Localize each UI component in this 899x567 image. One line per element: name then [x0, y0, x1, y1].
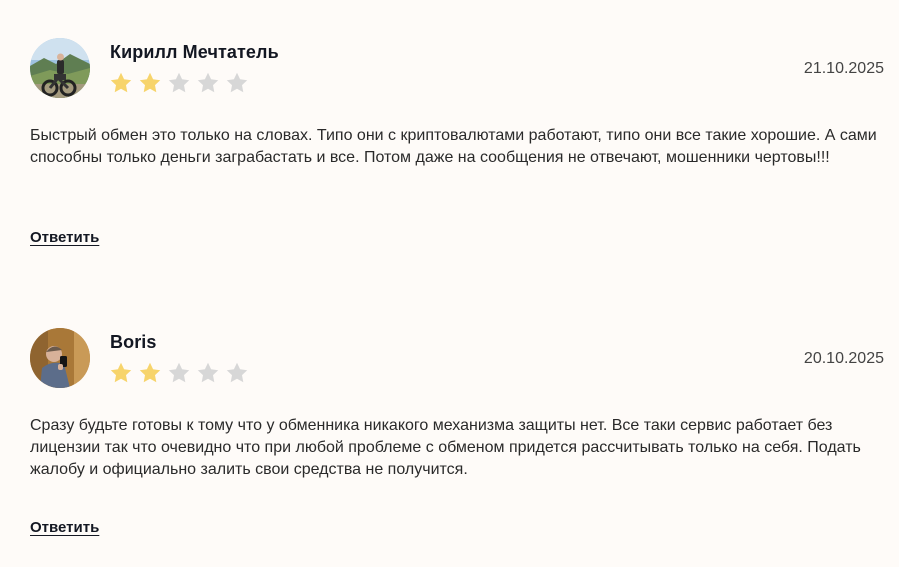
- star-filled-icon: [110, 362, 132, 383]
- user-photo-motorcycle-icon: [30, 38, 90, 98]
- avatar: [30, 38, 90, 98]
- user-photo-mirror-selfie-icon: [30, 328, 90, 388]
- star-filled-icon: [139, 362, 161, 383]
- star-empty-icon: [168, 72, 190, 93]
- rating-stars: [109, 361, 249, 385]
- reply-link[interactable]: Ответить: [30, 519, 99, 536]
- review-text: Быстрый обмен это только на словах. Типо…: [30, 127, 877, 166]
- review-date: 21.10.2025: [803, 60, 884, 77]
- star-empty-icon: [226, 72, 248, 93]
- star-filled-icon: [139, 72, 161, 93]
- avatar: [30, 328, 90, 388]
- star-empty-icon: [197, 362, 219, 383]
- review-text: Сразу будьте готовы к тому что у обменни…: [30, 417, 861, 478]
- star-filled-icon: [110, 72, 132, 93]
- star-empty-icon: [226, 362, 248, 383]
- rating-stars: [109, 71, 249, 95]
- reply-link[interactable]: Ответить: [30, 229, 99, 246]
- star-empty-icon: [197, 72, 219, 93]
- star-empty-icon: [168, 362, 190, 383]
- review-author: Кирилл Мечтатель: [110, 42, 279, 62]
- review-author: Boris: [110, 332, 157, 352]
- review-date: 20.10.2025: [803, 350, 884, 367]
